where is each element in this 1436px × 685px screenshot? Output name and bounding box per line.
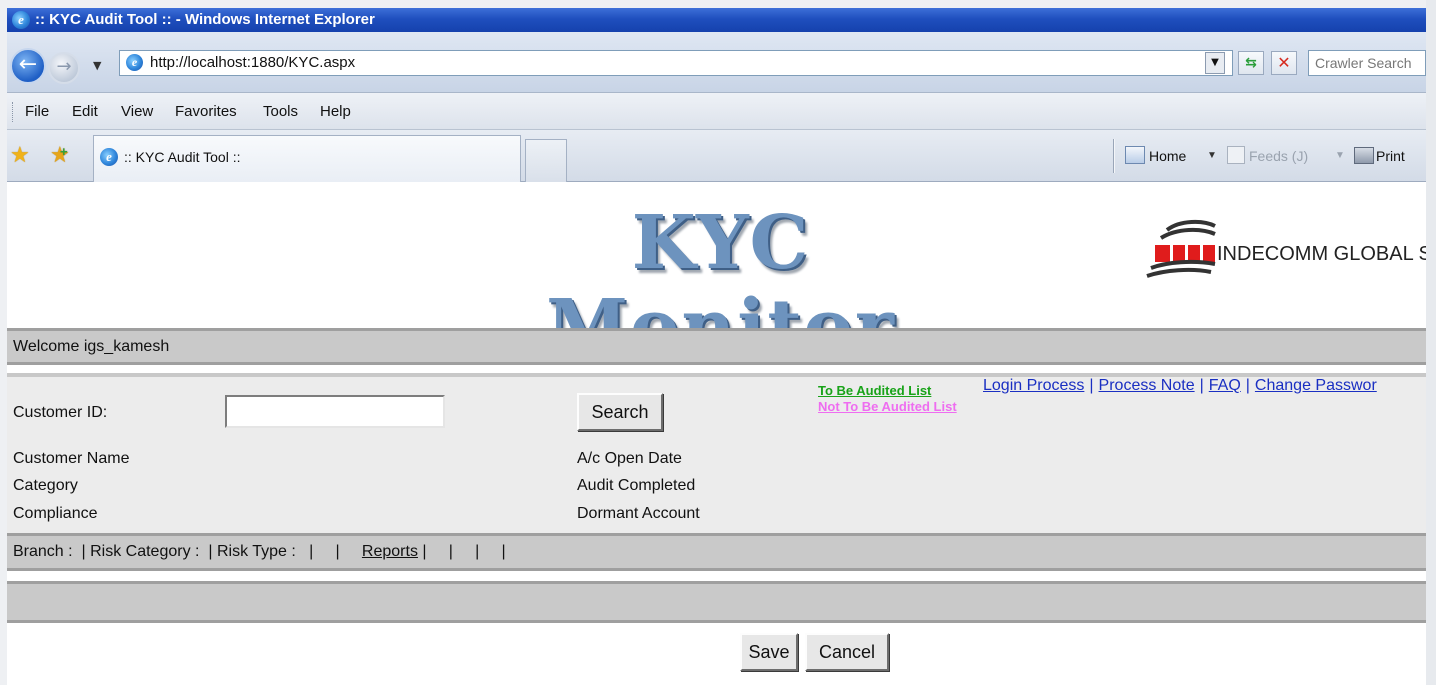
to-be-audited-link[interactable]: To Be Audited List (818, 383, 931, 398)
feeds-button[interactable]: Feeds (J) (1227, 130, 1308, 182)
compliance-label: Compliance (13, 505, 98, 522)
ie-logo-icon: e (12, 11, 30, 29)
customer-form: Customer ID: Search To Be Audited List N… (7, 373, 1426, 533)
new-tab-button[interactable] (525, 139, 567, 182)
search-input[interactable]: Crawler Search (1308, 50, 1426, 76)
customer-info-bar: Branch : | Risk Category : | Risk Type :… (7, 533, 1426, 571)
empty-status-bar (7, 581, 1426, 623)
print-button[interactable]: Print (1354, 130, 1405, 182)
audit-completed-label: Audit Completed (577, 477, 696, 494)
feeds-icon (1227, 146, 1245, 165)
menu-help[interactable]: Help (320, 93, 351, 130)
history-dropdown-icon[interactable]: ▼ (93, 59, 101, 72)
url-field[interactable]: e http://localhost:1880/KYC.aspx (119, 50, 1233, 76)
reports-link[interactable]: Reports (362, 543, 418, 560)
forward-arrow-icon[interactable]: → (48, 52, 80, 84)
url-dropdown-icon[interactable]: ▼ (1205, 52, 1225, 74)
window-title: :: KYC Audit Tool :: - Windows Internet … (35, 11, 375, 28)
not-to-be-audited-link[interactable]: Not To Be Audited List (818, 399, 957, 414)
change-password-link[interactable]: Change Passwor (1255, 377, 1377, 394)
print-label: Print (1376, 148, 1405, 164)
tab-kyc-audit-tool[interactable]: e :: KYC Audit Tool :: (93, 135, 521, 182)
company-logo-icon (1146, 219, 1216, 278)
tab-label: :: KYC Audit Tool :: (124, 149, 241, 165)
outer-scroll-edge (1426, 0, 1436, 685)
address-bar: ← → ▼ e http://localhost:1880/KYC.aspx ▼… (7, 32, 1426, 93)
page-content: KYC Monitor INDECOMM GLOBAL S Welcome ig… (7, 183, 1426, 685)
feeds-label: Feeds (J) (1249, 148, 1309, 164)
home-label: Home (1149, 148, 1187, 164)
login-process-link[interactable]: Login Process (983, 377, 1084, 394)
back-arrow-icon[interactable]: ← (10, 48, 46, 84)
tab-bar: ★ ★ + e :: KYC Audit Tool :: Home ▼ Feeds… (7, 130, 1426, 182)
refresh-icon[interactable]: ⇆ (1238, 51, 1264, 75)
risk-category-label: Risk Category : (90, 543, 200, 560)
top-links: Login Process | Process Note | FAQ | Change Pa… (983, 377, 1377, 395)
toolbar-grip (12, 102, 14, 122)
page-icon: e (126, 54, 143, 71)
title-bar: e :: KYC Audit Tool :: - Windows Interne… (7, 8, 1426, 32)
home-icon (1125, 146, 1145, 165)
url-text: http://localhost:1880/KYC.aspx (150, 54, 356, 71)
save-button[interactable]: Save (740, 633, 798, 671)
tab-page-icon: e (100, 148, 118, 166)
favorites-star-icon[interactable]: ★ (10, 142, 30, 168)
home-dropdown-icon[interactable]: ▼ (1207, 130, 1217, 182)
menu-edit[interactable]: Edit (72, 93, 98, 130)
browser-window: e :: KYC Audit Tool :: - Windows Interne… (7, 8, 1426, 685)
faq-link[interactable]: FAQ (1209, 377, 1241, 394)
print-icon (1354, 146, 1374, 164)
menu-tools[interactable]: Tools (263, 93, 298, 130)
company-name: INDECOMM GLOBAL S (1217, 243, 1426, 265)
customer-id-label: Customer ID: (13, 404, 108, 421)
welcome-bar: Welcome igs_kamesh (7, 328, 1426, 365)
customer-id-input[interactable] (225, 395, 445, 428)
search-button[interactable]: Search (577, 393, 663, 431)
feeds-dropdown-icon[interactable]: ▼ (1335, 130, 1345, 182)
link-separator: | (1089, 377, 1094, 394)
customer-name-label: Customer Name (13, 450, 130, 467)
link-separator: | (1199, 377, 1204, 394)
branch-label: Branch : (13, 543, 73, 560)
category-label: Category (13, 477, 78, 494)
command-separator (1113, 139, 1115, 173)
cancel-button[interactable]: Cancel (805, 633, 889, 671)
ac-open-date-label: A/c Open Date (577, 450, 682, 467)
process-note-link[interactable]: Process Note (1099, 377, 1195, 394)
link-separator: | (1245, 377, 1250, 394)
menu-favorites[interactable]: Favorites (175, 93, 237, 130)
menu-view[interactable]: View (121, 93, 153, 130)
stop-icon[interactable]: ✕ (1271, 51, 1297, 75)
dormant-account-label: Dormant Account (577, 505, 700, 522)
menu-file[interactable]: File (25, 93, 49, 130)
risk-type-label: Risk Type : (216, 543, 296, 560)
menu-bar: File Edit View Favorites Tools Help (7, 93, 1426, 130)
home-button[interactable]: Home (1125, 130, 1186, 182)
add-favorite-icon[interactable]: ★ + (50, 142, 70, 168)
